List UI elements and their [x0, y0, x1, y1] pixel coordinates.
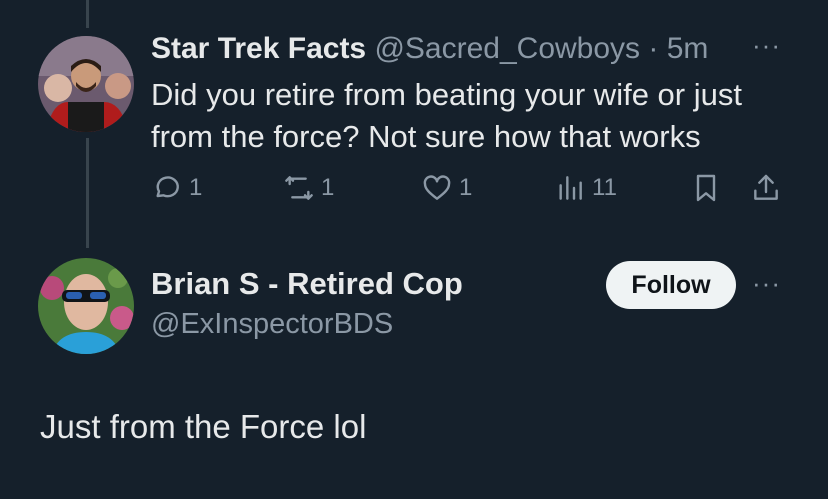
follow-button[interactable]: Follow [606, 261, 736, 309]
comment-icon [156, 176, 179, 198]
views-bar-chart-icon [559, 176, 582, 200]
thread-line-top [86, 0, 89, 28]
post-text: Just from the Force lol [40, 408, 367, 445]
views-count: 11 [592, 174, 617, 201]
reply-timestamp[interactable]: 5m [667, 32, 709, 65]
share-icon [754, 174, 778, 200]
reply-author-handle[interactable]: @Sacred_Cowboys [374, 32, 640, 65]
like-count: 1 [459, 174, 473, 201]
heart-icon [423, 175, 451, 200]
post-more-options-icon[interactable]: ··· [752, 268, 781, 299]
reply-header: Star Trek Facts @Sacred_Cowboys · 5m [151, 30, 708, 68]
avatar-brian-s[interactable] [38, 258, 134, 354]
post-author-name[interactable]: Brian S - Retired Cop [151, 266, 463, 302]
share-button[interactable] [750, 170, 782, 206]
views-button[interactable]: 11 [554, 170, 617, 206]
retweet-icon [285, 176, 313, 200]
reply-text: Did you retire from beating your wife or… [151, 77, 742, 154]
retweet-count: 1 [321, 174, 335, 201]
reply-author-name[interactable]: Star Trek Facts [151, 32, 366, 65]
bookmark-icon [696, 174, 716, 202]
thread-line-connector [86, 138, 89, 248]
retweet-button[interactable]: 1 [283, 170, 334, 206]
post-author-handle[interactable]: @ExInspectorBDS [151, 308, 393, 341]
header-separator: · [640, 32, 667, 65]
bookmark-button[interactable] [690, 170, 722, 206]
reply-count: 1 [189, 174, 203, 201]
reply-button[interactable]: 1 [151, 170, 202, 206]
reply-more-options-icon[interactable]: ··· [752, 30, 781, 61]
like-button[interactable]: 1 [421, 170, 472, 206]
avatar-star-trek-facts[interactable] [38, 36, 134, 132]
